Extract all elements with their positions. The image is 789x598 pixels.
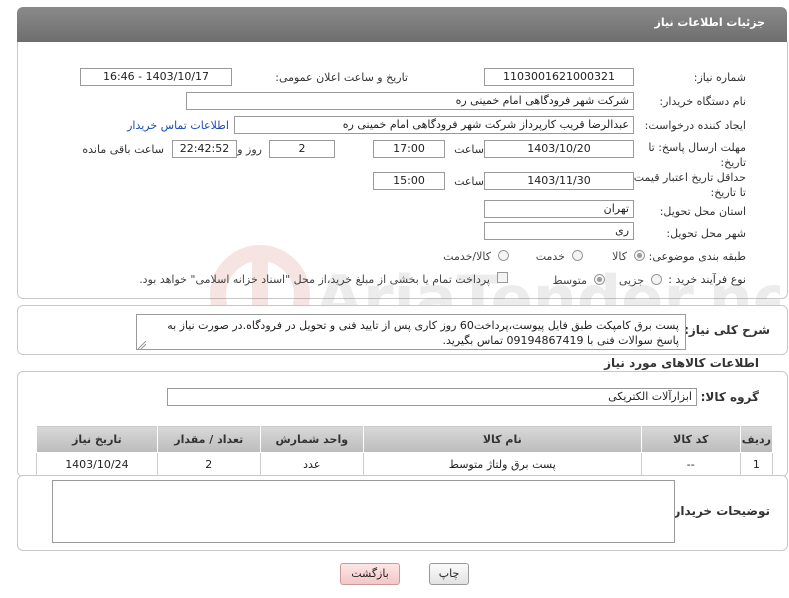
need-number-label: شماره نیاز: [693,71,746,84]
resize-handle-icon[interactable] [138,341,146,349]
cell-qty: 2 [156,452,261,476]
deadline-time-label: ساعت [454,143,484,156]
buyer-notes-field[interactable] [52,480,675,543]
days-label: روز و [237,143,262,156]
description-label: شرح کلی نیاز: [684,323,770,337]
city-label: شهر محل تحویل: [666,227,746,240]
days-field: 2 [269,140,335,158]
deadline-label: مهلت ارسال پاسخ: تا تاریخ: [648,141,746,169]
treasury-payment-checkbox[interactable] [497,272,508,283]
price-validity-label: حداقل تاریخ اعتبار قیمت: تا تاریخ: [630,171,746,199]
deadline-time-field: 17:00 [373,140,445,158]
buyer-org-field: شرکت شهر فرودگاهی امام خمینی ره [186,92,634,110]
col-name: نام کالا [362,425,642,453]
category-option-goods: کالا [612,250,627,263]
category-radio-goods-service[interactable] [498,250,509,261]
cell-date: 1403/10/24 [36,452,158,476]
cell-unit: عدد [259,452,364,476]
col-date: تاریخ نیاز [36,425,158,453]
process-option-medium: متوسط [552,274,587,287]
process-radio-medium[interactable] [594,274,605,285]
page-title: جزئیات اطلاعات نیاز [654,16,766,29]
cell-row: 1 [739,452,774,476]
remaining-label: ساعت باقی مانده [82,143,164,156]
province-label: استان محل تحویل: [659,205,746,218]
col-row: ردیف [739,425,774,453]
process-label: نوع فرآیند خرید : [668,273,746,286]
col-qty: تعداد / مقدار [156,425,261,453]
treasury-payment-note: پرداخت تمام یا بخشی از مبلغ خرید،از محل … [139,273,490,286]
city-field: ری [484,222,634,240]
buyer-notes-label: توضیحات خریدار: [668,504,770,518]
col-code: کد کالا [640,425,741,453]
need-number-field: 1103001621000321 [484,68,634,86]
announce-label: تاریخ و ساعت اعلان عمومی: [275,71,408,84]
category-radio-service[interactable] [572,250,583,261]
announce-field: 1403/10/17 - 16:46 [80,68,232,86]
description-field: پست برق کامپکت طبق فایل پیوست،پرداخت60 ر… [136,314,686,350]
category-option-service: خدمت [535,250,565,263]
process-radio-minor[interactable] [651,274,662,285]
back-button[interactable]: بازگشت [340,563,400,585]
remaining-time-field: 22:42:52 [172,140,237,158]
goods-table: ردیف کد کالا نام کالا واحد شمارش تعداد /… [36,425,774,476]
price-validity-time-label: ساعت [454,175,484,188]
goods-group-field: ابزارآلات الکتریکی [167,388,697,406]
header-bar: جزئیات اطلاعات نیاز [17,7,787,42]
category-option-goods-service: کالا/خدمت [443,250,491,263]
price-validity-time-field: 15:00 [373,172,445,190]
province-field: تهران [484,200,634,218]
deadline-date-field: 1403/10/20 [484,140,634,158]
contact-buyer-link[interactable]: اطلاعات تماس خریدار [127,119,229,132]
cell-name: پست برق ولتاژ متوسط [362,452,642,476]
price-validity-date-field: 1403/11/30 [484,172,634,190]
requester-field: عبدالرضا قریب کارپرداز شرکت شهر فرودگاهی… [234,116,634,134]
category-radio-goods[interactable] [634,250,645,261]
process-option-minor: جزیی [618,274,644,287]
goods-table-header: ردیف کد کالا نام کالا واحد شمارش تعداد /… [36,425,774,453]
cell-code: -- [640,452,741,476]
table-row: 1 -- پست برق ولتاژ متوسط عدد 2 1403/10/2… [36,452,774,476]
goods-group-label: گروه کالا: [700,390,759,404]
goods-section-title: اطلاعات کالاهای مورد نیاز [604,356,759,370]
requester-label: ایجاد کننده درخواست: [644,119,746,132]
print-button[interactable]: چاپ [429,563,469,585]
col-unit: واحد شمارش [259,425,364,453]
category-label: طبقه بندی موضوعی: [648,250,746,263]
buyer-org-label: نام دستگاه خریدار: [659,95,746,108]
